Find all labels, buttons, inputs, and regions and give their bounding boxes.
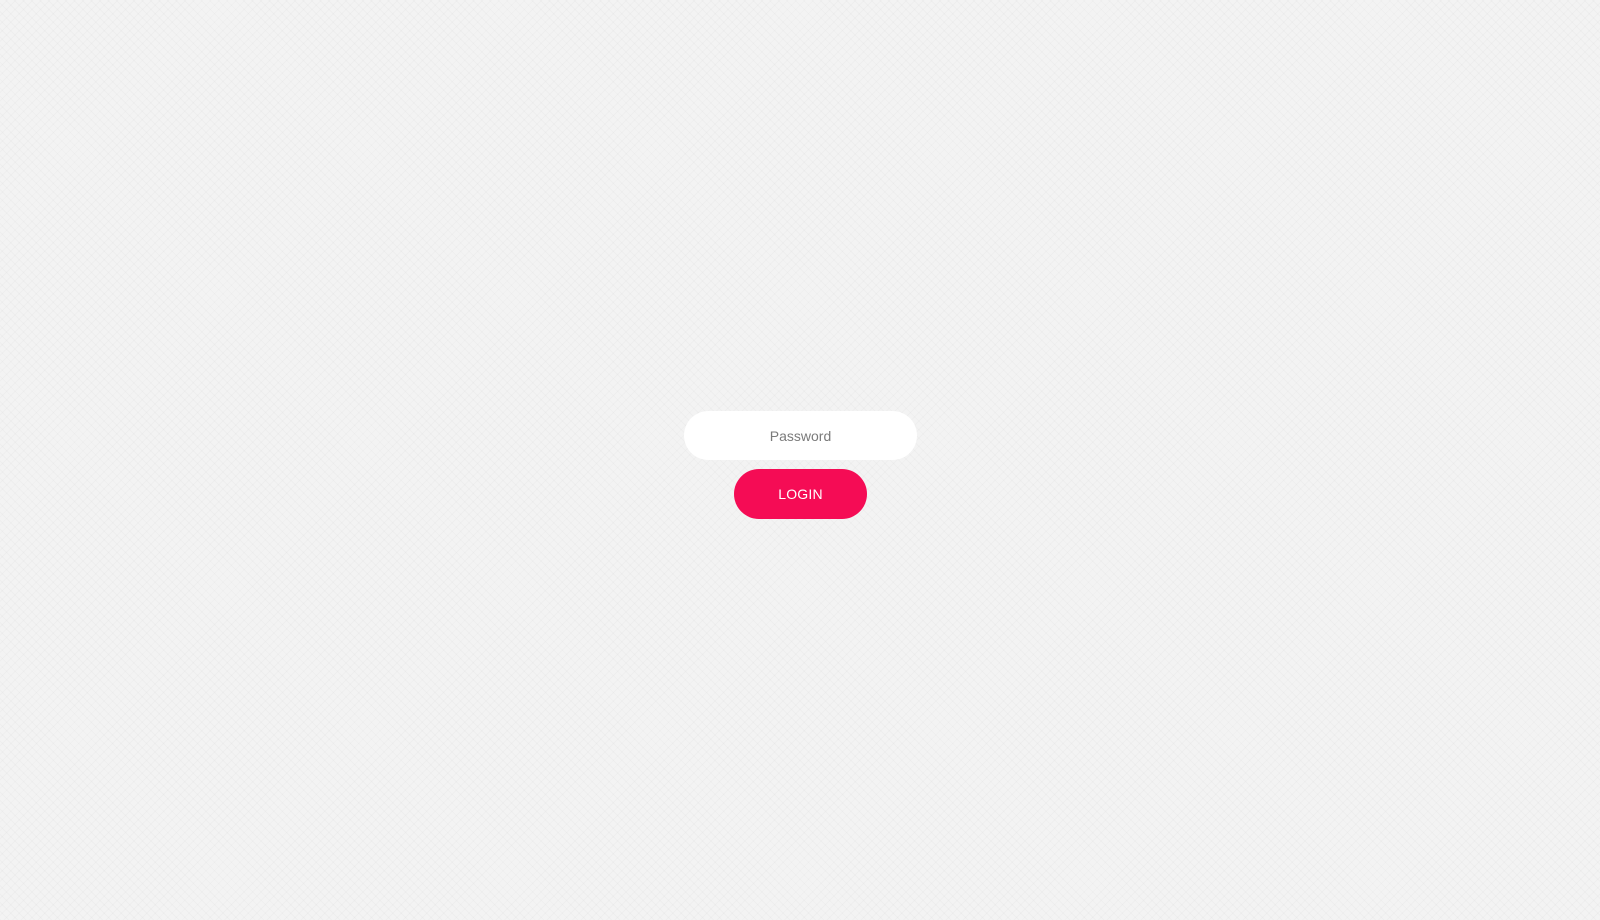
- login-button[interactable]: LOGIN: [734, 469, 867, 519]
- password-input[interactable]: [684, 411, 917, 460]
- login-form: LOGIN: [0, 0, 1600, 920]
